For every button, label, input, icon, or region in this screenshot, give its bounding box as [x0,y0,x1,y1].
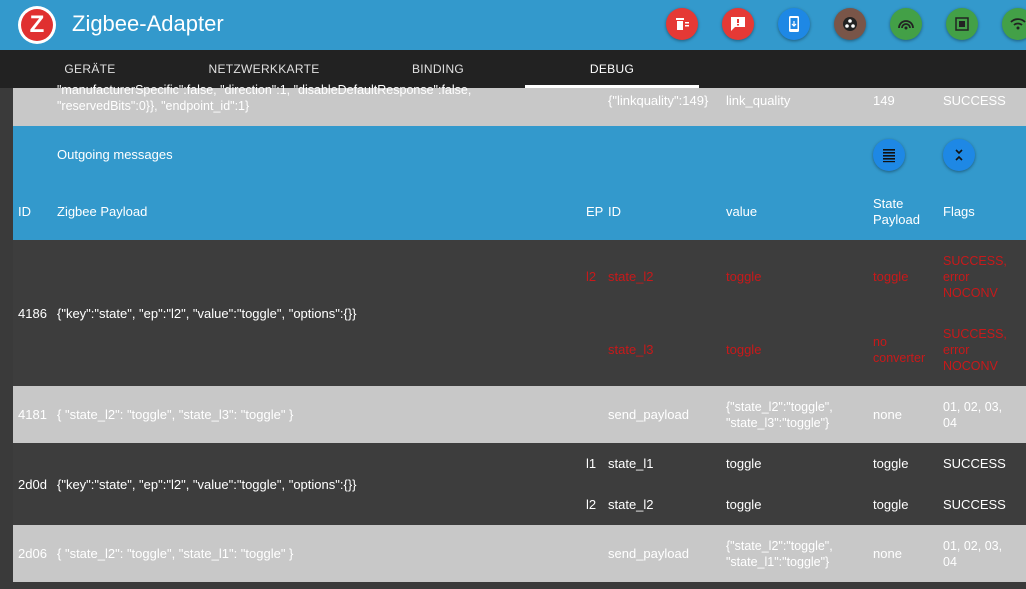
prev-payload-line2: "reservedBits":0}}, "endpoint_id":1} [57,99,250,113]
sub-payload: toggle [873,497,909,512]
col-header-state-id: ID [608,204,621,219]
sub-id: state_l3 [608,342,654,357]
app-title: Zigbee-Adapter [72,11,224,36]
section-title: Outgoing messages [57,147,173,162]
message-button[interactable] [722,8,754,40]
sub-ep: l1 [586,456,597,471]
row-id: 4181 [18,407,47,422]
collapse-button[interactable] [943,139,975,171]
network-button[interactable] [834,8,866,40]
sub-flags-1: SUCCESS, [943,254,1007,268]
zigbee-logo-icon: Z [18,6,56,44]
sub-id: state_l2 [608,269,654,284]
sub-payload: toggle [873,456,909,471]
col-header-ep: EP [586,204,604,219]
sub-flags-2: error [943,270,970,284]
phone-button[interactable] [778,8,810,40]
sub-value: toggle [726,497,762,512]
chip-button[interactable] [946,8,978,40]
sub-flags-1: 01, 02, 03, [943,400,1003,414]
sub-value-2: "state_l1":"toggle"} [726,555,830,569]
prev-value: 149 [873,93,895,108]
tab-debug[interactable]: DEBUG [525,50,699,88]
prev-id: link_quality [726,93,791,108]
sub-id: state_l1 [608,456,654,471]
row-payload: {"key":"state", "ep":"l2", "value":"togg… [57,477,357,492]
col-header-zigbee-payload: Zigbee Payload [57,204,148,219]
sub-flags-2: error [943,343,970,357]
col-header-id: ID [18,204,31,219]
col-header-flags: Flags [943,204,975,219]
sub-flags-2: 04 [943,555,957,569]
sub-flags: SUCCESS [943,497,1006,512]
row-payload: {"key":"state", "ep":"l2", "value":"togg… [57,306,357,321]
row-id: 2d06 [18,546,47,561]
sub-id: send_payload [608,407,689,422]
sub-value-2: "state_l3":"toggle"} [726,416,830,430]
sub-flags-1: 01, 02, 03, [943,539,1003,553]
delete-icon [676,18,689,30]
row-id: 2d0d [18,477,47,492]
prev-state-payload: {"linkquality":149} [608,93,709,108]
row-id: 4186 [18,306,47,321]
collapse-icon [955,149,963,161]
sub-payload: none [873,546,902,561]
phone-icon [789,16,799,32]
col-header-state-payload-2: Payload [873,212,920,227]
sub-flags: SUCCESS [943,456,1006,471]
sub-id: send_payload [608,546,689,561]
sub-value-1: {"state_l2":"toggle", [726,400,833,414]
sub-value: toggle [726,342,762,357]
sub-ep: l2 [586,497,597,512]
col-header-value: value [726,204,758,219]
signal-icon [898,20,914,30]
wifi-icon [1010,18,1026,30]
sub-ep: l2 [586,269,597,284]
sub-value: toggle [726,456,762,471]
logo-letter: Z [21,9,53,41]
sub-flags-1: SUCCESS, [943,327,1007,341]
delete-button[interactable] [666,8,698,40]
sub-payload-2: converter [873,351,926,365]
sub-payload: none [873,407,902,422]
list-icon [883,149,895,163]
sub-flags-2: 04 [943,416,957,430]
list-view-button[interactable] [873,139,905,171]
app-header: Z Zigbee-Adapter [0,0,1026,50]
message-icon [731,17,745,31]
signal-button[interactable] [890,8,922,40]
wifi-button[interactable] [1002,8,1026,40]
sub-payload: toggle [873,269,909,284]
sub-value-1: {"state_l2":"toggle", [726,539,833,553]
sub-flags-3: NOCONV [943,286,998,300]
chip-icon [955,17,969,31]
left-gutter [0,88,13,589]
sub-flags-3: NOCONV [943,359,998,373]
col-header-state-payload-1: State [873,196,904,211]
network-icon [843,17,857,31]
row-payload: { "state_l2": "toggle", "state_l1": "tog… [57,546,294,561]
sub-payload-1: no [873,335,887,349]
prev-payload-line1: "manufacturerSpecific":false, "direction… [57,83,472,97]
prev-flags: SUCCESS [943,93,1006,108]
row-payload: { "state_l2": "toggle", "state_l3": "tog… [57,407,294,422]
sub-id: state_l2 [608,497,654,512]
sub-value: toggle [726,269,762,284]
